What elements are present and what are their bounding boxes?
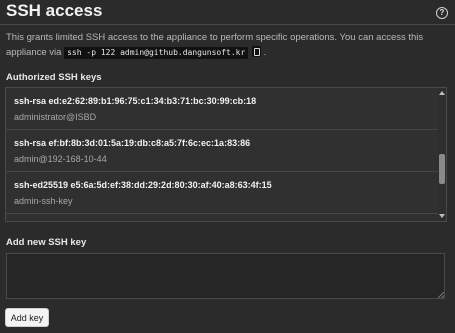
ssh-command: ssh -p 122 admin@github.dangunsoft.kr bbox=[64, 47, 249, 59]
new-ssh-key-input[interactable] bbox=[6, 253, 445, 299]
description-end: . bbox=[263, 47, 267, 58]
key-fingerprint: ssh-rsa ef:bf:8b:3d:01:5a:19:db:c8:a5:7f… bbox=[14, 138, 251, 148]
key-name: administrator@ISBD bbox=[14, 112, 97, 122]
page-title: SSH access bbox=[6, 1, 103, 20]
keys-scrollbar[interactable] bbox=[438, 88, 446, 221]
ssh-description: This grants limited SSH access to the ap… bbox=[6, 30, 446, 60]
help-icon[interactable]: ? bbox=[436, 7, 448, 19]
ssh-key-item: ssh-rsa ef:bf:8b:3d:01:5a:19:db:c8:a5:7f… bbox=[6, 130, 438, 172]
ssh-key-item: ssh-rsa ed:e2:62:89:b1:96:75:c1:34:b3:71… bbox=[6, 88, 438, 130]
authorized-keys-label: Authorized SSH keys bbox=[6, 72, 102, 83]
add-key-button[interactable]: Add key bbox=[5, 308, 49, 327]
copy-icon[interactable] bbox=[251, 46, 261, 57]
key-fingerprint: ssh-rsa ed:e2:62:89:b1:96:75:c1:34:b3:71… bbox=[14, 96, 257, 106]
scrollbar-thumb[interactable] bbox=[439, 154, 445, 184]
ssh-key-item: ssh-ed25519 e5:6a:5d:ef:38:dd:29:2d:80:3… bbox=[6, 172, 438, 214]
scroll-up-icon[interactable] bbox=[439, 91, 445, 95]
resize-grip-icon[interactable] bbox=[438, 292, 444, 298]
key-fingerprint: ssh-ed25519 e5:6a:5d:ef:38:dd:29:2d:80:3… bbox=[14, 180, 272, 190]
authorized-keys-list[interactable]: ssh-rsa ed:e2:62:89:b1:96:75:c1:34:b3:71… bbox=[5, 87, 447, 222]
key-name: admin@192-168-10-44 bbox=[14, 154, 107, 164]
new-key-label: Add new SSH key bbox=[6, 237, 87, 248]
page-header: SSH access ? bbox=[0, 0, 455, 25]
key-name: admin-ssh-key bbox=[14, 196, 73, 206]
scroll-down-icon[interactable] bbox=[439, 214, 445, 218]
